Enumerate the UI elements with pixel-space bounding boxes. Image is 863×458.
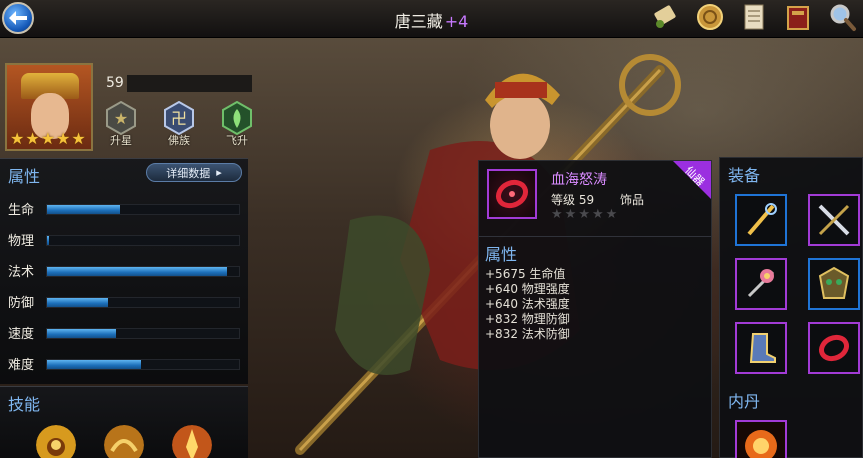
scroll-icon[interactable] (649, 0, 683, 34)
stat-label: 法术 (8, 265, 35, 280)
equipment-title: 装备 (728, 166, 761, 185)
gold-star-icon: ★ (40, 129, 56, 148)
rank-label-upgrade: 升星 (110, 134, 132, 147)
item-header: 血海怒涛 等级 59 饰品 ★ ★ ★ ★ ★ 仙器 (479, 161, 711, 237)
item-type: 饰品 (620, 193, 645, 207)
stat-row: 物理 (8, 230, 242, 249)
equipment-grid (735, 194, 860, 374)
clan-button[interactable]: 卍 佛族 (158, 100, 200, 148)
star-rank-icon: ★ (103, 100, 139, 136)
empty-star-icon: ★ (578, 207, 590, 222)
hero-name: 唐三藏 (394, 12, 443, 31)
hero-name-bar (127, 75, 252, 92)
document-icon[interactable] (737, 0, 771, 34)
rank-buttons: ★ 升星 卍 佛族 飞升 (100, 100, 258, 148)
book-icon[interactable] (781, 0, 815, 34)
rank-label-ascend: 飞升 (226, 134, 248, 147)
gold-star-icon: ★ (56, 129, 71, 148)
item-attr-list: +5675 生命值 +640 物理强度 +640 法术强度 +832 物理防御 +832… (479, 267, 711, 342)
top-bar: 唐三藏 +4 (0, 0, 863, 38)
empty-star-icon: ★ (605, 207, 618, 222)
skill-title: 技能 (8, 395, 41, 414)
equipment-panel: 装备 内丹 (719, 157, 863, 458)
empty-star-icon: ★ (564, 207, 577, 222)
gold-star-icon: ★ (71, 129, 86, 148)
demon-armor-icon[interactable] (808, 258, 860, 310)
stat-bar (46, 359, 240, 370)
stat-row: 速度 (8, 323, 242, 342)
rank-label-clan: 佛族 (168, 134, 190, 147)
skill-panel: 技能 (0, 386, 248, 458)
stat-bar (46, 297, 240, 308)
golden-staff-icon[interactable] (735, 194, 787, 246)
hero-stars: ★ ★ ★ ★ ★ (10, 131, 86, 147)
skill-list (36, 425, 212, 458)
item-attr-line: +640 物理强度 (485, 282, 570, 296)
gold-star-icon: ★ (25, 129, 40, 148)
buddhist-clan-icon: 卍 (161, 100, 197, 136)
stat-row: 防御 (8, 292, 242, 311)
stat-row: 难度 (8, 354, 242, 373)
empty-star-icon: ★ (591, 207, 604, 222)
gold-star-icon: ★ (10, 129, 25, 148)
skill-1-icon[interactable] (36, 425, 76, 458)
rarity-tag: 仙器 (673, 161, 711, 199)
play-arrow-icon: ▸ (216, 166, 222, 179)
item-detail-panel: 血海怒涛 等级 59 饰品 ★ ★ ★ ★ ★ 仙器 属性 +5675 生命值 +640 … (478, 160, 712, 458)
stat-bar-fill (47, 267, 228, 276)
stat-row: 法术 (8, 261, 242, 280)
upgrade-star-button[interactable]: ★ 升星 (100, 100, 142, 148)
ascend-button[interactable]: 飞升 (216, 100, 258, 148)
stat-label: 防御 (8, 296, 35, 311)
item-attr-line: +640 法术强度 (485, 297, 570, 311)
stat-bar (46, 235, 240, 246)
item-level: 等级 59 (551, 193, 595, 207)
neidan-title: 内丹 (728, 392, 761, 411)
stat-bar (46, 266, 240, 277)
item-attr-title: 属性 (485, 245, 518, 264)
item-attr-line: +5675 生命值 (485, 267, 566, 281)
hero-portrait[interactable]: ★ ★ ★ ★ ★ (5, 63, 93, 151)
top-icon-bar (649, 0, 859, 34)
coin-icon[interactable] (693, 0, 727, 34)
magnifier-icon[interactable] (825, 0, 859, 34)
stat-row: 生命 (8, 199, 242, 218)
detail-data-button[interactable]: 详细数据 ▸ (146, 163, 242, 182)
stat-label: 速度 (8, 327, 35, 342)
item-attr-line: +832 法术防御 (485, 327, 570, 341)
boots-icon[interactable] (735, 322, 787, 374)
stat-label: 生命 (8, 203, 35, 218)
ascend-icon (219, 100, 255, 136)
detail-data-label: 详细数据 (166, 166, 211, 180)
item-stars: ★ ★ ★ ★ ★ (551, 207, 617, 222)
item-name: 血海怒涛 (551, 172, 607, 188)
red-ring-icon[interactable] (808, 322, 860, 374)
attribute-panel: 属性 详细数据 ▸ 生命 物理 法术 防御 速度 难度 (0, 158, 248, 384)
stat-bar-fill (47, 360, 142, 369)
skill-2-icon[interactable] (104, 425, 144, 458)
stat-bar-fill (47, 236, 49, 245)
svg-text:卍: 卍 (171, 109, 187, 128)
hero-level: 59 (106, 75, 124, 91)
stat-bar-fill (47, 298, 109, 307)
blades-icon[interactable] (808, 194, 860, 246)
skill-3-icon[interactable] (172, 425, 212, 458)
red-ring-icon (487, 169, 537, 219)
stat-label: 物理 (8, 234, 35, 249)
svg-text:★: ★ (114, 109, 128, 128)
hero-plus-level: +4 (444, 12, 469, 31)
empty-star-icon: ★ (551, 207, 563, 222)
stat-bar-fill (47, 329, 117, 338)
flower-cross-icon[interactable] (735, 258, 787, 310)
neidan-orb-icon[interactable] (735, 420, 787, 458)
item-attr-line: +832 物理防御 (485, 312, 570, 326)
stat-bar-fill (47, 205, 120, 214)
stat-label: 难度 (8, 358, 35, 373)
stat-bar (46, 204, 240, 215)
stat-bar (46, 328, 240, 339)
